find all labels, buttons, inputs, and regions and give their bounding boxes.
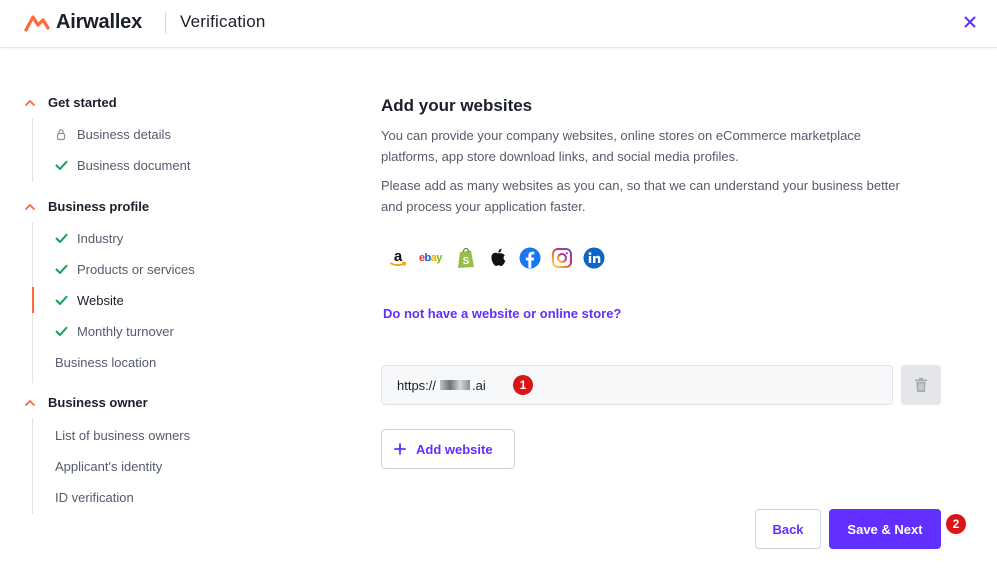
sidebar-item-id-verification[interactable]: ID verification: [55, 490, 134, 505]
ebay-icon: ebay: [419, 247, 445, 269]
apple-icon: [487, 247, 509, 269]
facebook-icon: [519, 247, 541, 269]
sidebar-item-website[interactable]: Website: [54, 293, 124, 308]
instruction-text: Please add as many websites as you can, …: [381, 178, 900, 214]
active-step-indicator: [32, 287, 34, 313]
linkedin-icon: [583, 247, 605, 269]
description-text: You can provide your company websites, o…: [381, 128, 862, 164]
step-line: [32, 313, 33, 383]
sidebar-item-applicants-identity[interactable]: Applicant's identity: [55, 459, 162, 474]
check-icon: [54, 232, 68, 246]
sidebar-item-label: Products or services: [77, 262, 195, 277]
sidebar-item-business-details[interactable]: Business details: [54, 127, 171, 142]
close-button[interactable]: [960, 12, 980, 32]
step-line: [32, 222, 33, 287]
back-button[interactable]: Back: [755, 509, 821, 549]
lock-icon: [54, 128, 68, 142]
svg-text:a: a: [394, 248, 403, 265]
sidebar-item-label: Business details: [77, 127, 171, 142]
trash-icon: [915, 377, 927, 392]
sidebar-item-products-or-services[interactable]: Products or services: [54, 262, 195, 277]
save-and-next-button[interactable]: Save & Next: [829, 509, 941, 549]
chevron-up-icon: [25, 399, 35, 406]
platform-icons: a ebay S: [387, 247, 605, 269]
website-url-input[interactable]: https:// .ai: [381, 365, 893, 405]
section-label: Get started: [48, 95, 117, 110]
section-title: Add your websites: [381, 96, 533, 115]
page-title: Verification: [180, 12, 266, 31]
sidebar-item-label: Applicant's identity: [55, 459, 163, 474]
sidebar-item-label: Business document: [77, 158, 191, 173]
add-website-label: Add website: [416, 441, 493, 457]
annotation-badge-2: 2: [946, 514, 966, 534]
url-prefix: https://: [397, 377, 437, 393]
plus-icon: [394, 443, 406, 455]
sidebar-item-list-of-business-owners[interactable]: List of business owners: [55, 428, 190, 443]
section-business-owner[interactable]: Business owner: [24, 395, 148, 410]
section-label: Business profile: [48, 199, 150, 214]
section-label: Business owner: [48, 395, 148, 410]
check-icon: [54, 325, 68, 339]
close-icon: [964, 16, 976, 28]
step-line: [32, 118, 33, 182]
delete-website-button[interactable]: [901, 365, 941, 405]
logo-text: Airwallex: [56, 11, 143, 33]
add-website-button[interactable]: Add website: [381, 429, 515, 469]
section-get-started[interactable]: Get started: [24, 95, 117, 110]
check-icon: [54, 159, 68, 173]
redacted-domain: [440, 380, 471, 390]
section-business-profile[interactable]: Business profile: [24, 199, 149, 214]
no-website-link[interactable]: Do not have a website or online store?: [383, 306, 621, 321]
sidebar-item-label: Monthly turnover: [77, 324, 174, 339]
svg-text:S: S: [463, 256, 470, 267]
step-line: [32, 418, 33, 514]
sidebar-item-label: List of business owners: [55, 428, 191, 443]
chevron-up-icon: [25, 99, 35, 106]
top-bar: Airwallex Verification: [0, 0, 997, 48]
check-icon: [54, 294, 68, 308]
sidebar-item-monthly-turnover[interactable]: Monthly turnover: [54, 324, 174, 339]
url-suffix: .ai: [472, 377, 486, 393]
amazon-icon: a: [387, 247, 409, 269]
instagram-icon: [551, 247, 573, 269]
header-divider: [165, 12, 166, 34]
chevron-up-icon: [25, 203, 35, 210]
sidebar-item-label: Website: [77, 293, 124, 308]
sidebar-item-business-document[interactable]: Business document: [54, 158, 190, 173]
annotation-badge-1: 1: [513, 375, 533, 395]
check-icon: [54, 263, 68, 277]
sidebar-item-label: ID verification: [55, 490, 134, 505]
sidebar-item-label: Industry: [77, 231, 124, 246]
airwallex-logo: Airwallex: [24, 11, 142, 34]
sidebar-item-industry[interactable]: Industry: [54, 231, 123, 246]
sidebar-item-label: Business location: [55, 355, 157, 370]
shopify-icon: S: [455, 247, 477, 269]
sidebar-item-business-location[interactable]: Business location: [55, 355, 156, 370]
airwallex-logo-icon: [24, 14, 50, 32]
svg-text:ebay: ebay: [419, 252, 443, 264]
